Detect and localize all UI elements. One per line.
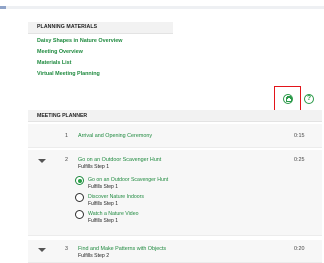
meeting-planner-header: MEETING PLANNER — [28, 110, 322, 122]
materials-link-virtual-planning[interactable]: Virtual Meeting Planning — [28, 69, 173, 80]
materials-link-overview[interactable]: Daisy Shapes in Nature Overview — [28, 36, 173, 47]
planner-row-3: 3 Find and Make Patterns with Objects Fu… — [28, 240, 322, 263]
activity-title-link[interactable]: Find and Make Patterns with Objects — [78, 246, 166, 252]
activity-fulfills-step: Fulfills Step 2 — [78, 253, 110, 259]
question-mark-icon[interactable]: ? — [304, 94, 314, 104]
activity-title-link[interactable]: Go on an Outdoor Scavenger Hunt — [78, 157, 161, 163]
expand-caret-icon[interactable] — [38, 248, 46, 252]
planner-row-1: 1 Arrival and Opening Ceremony 0:15 — [28, 124, 322, 148]
activity-duration: 0:15 — [294, 133, 305, 139]
option-fulfills-step: Fulfills Step 1 — [88, 184, 119, 190]
activity-duration: 0:20 — [294, 246, 305, 252]
option-title-link[interactable]: Go on an Outdoor Scavenger Hunt — [88, 177, 168, 183]
activity-number: 3 — [65, 246, 68, 252]
option-radio-selected[interactable] — [75, 176, 84, 185]
option-title-link[interactable]: Watch a Nature Video — [88, 211, 138, 217]
planning-materials-header: PLANNING MATERIALS — [28, 22, 173, 34]
materials-link-meeting-overview[interactable]: Meeting Overview — [28, 47, 173, 58]
activity-number: 1 — [65, 133, 68, 139]
option-fulfills-step: Fulfills Step 1 — [88, 201, 119, 207]
printer-icon[interactable] — [283, 94, 293, 104]
option-radio[interactable] — [75, 210, 84, 219]
option-radio[interactable] — [75, 193, 84, 202]
planning-materials-panel: PLANNING MATERIALS Daisy Shapes in Natur… — [28, 22, 173, 80]
activity-title-link[interactable]: Arrival and Opening Ceremony — [78, 133, 152, 139]
top-divider — [0, 6, 324, 9]
top-divider-accent — [0, 6, 6, 9]
expand-caret-icon[interactable] — [38, 159, 46, 163]
planner-row-2: 2 Go on an Outdoor Scavenger Hunt Fulfil… — [28, 150, 322, 236]
activity-number: 2 — [65, 157, 68, 163]
activity-duration: 0:25 — [294, 157, 305, 163]
printer-body-shape — [285, 97, 292, 102]
option-title-link[interactable]: Discover Nature Indoors — [88, 194, 144, 200]
activity-fulfills-step: Fulfills Step 1 — [78, 164, 110, 170]
planning-materials-list: Daisy Shapes in Nature Overview Meeting … — [28, 36, 173, 80]
materials-link-materials-list[interactable]: Materials List — [28, 58, 173, 69]
option-fulfills-step: Fulfills Step 1 — [88, 218, 119, 224]
